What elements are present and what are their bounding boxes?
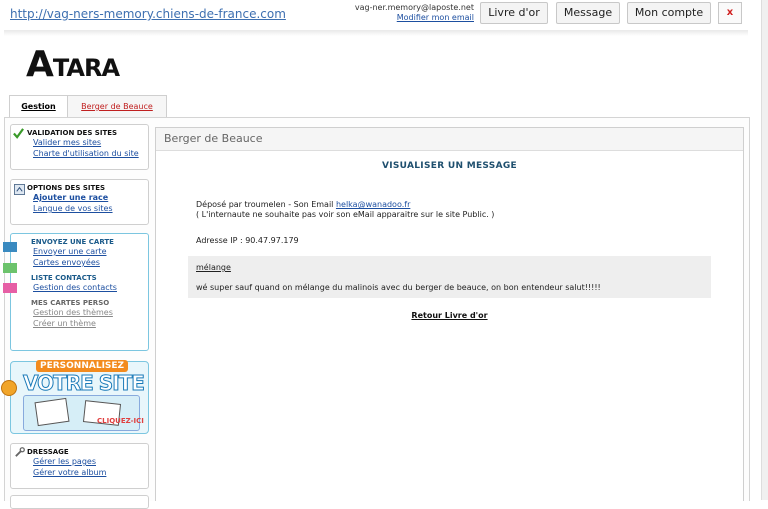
- gerer-pages-link[interactable]: Gérer les pages: [33, 456, 148, 467]
- message-box: mélange wé super sauf quand on mélange d…: [188, 256, 711, 298]
- logo-first-letter: A: [26, 44, 54, 85]
- close-button[interactable]: x: [718, 2, 742, 24]
- ajouter-race-link[interactable]: Ajouter une race: [33, 192, 148, 203]
- tab-gestion[interactable]: Gestion: [9, 95, 68, 118]
- promo-cta: CLIQUEZ-ICI: [97, 417, 144, 425]
- dressage-title: Dressage: [27, 448, 69, 456]
- message-subject: mélange: [196, 263, 231, 272]
- modify-email-link[interactable]: Modifier mon email: [397, 13, 474, 22]
- settings-window-icon: [14, 184, 25, 195]
- livre-dor-button[interactable]: Livre d'or: [480, 2, 548, 24]
- promo-line2: VOTRE SITE: [23, 371, 146, 396]
- poster-email-link[interactable]: helka@wanadoo.fr: [336, 200, 410, 209]
- message-button[interactable]: Message: [556, 2, 620, 24]
- header-divider: [4, 30, 748, 36]
- top-bar: http://vag-ners-memory.chiens-de-france.…: [0, 0, 768, 30]
- atara-logo[interactable]: ATARA: [26, 44, 120, 85]
- creer-theme-link[interactable]: Créer un thème: [33, 318, 148, 329]
- posted-by-line: Déposé par troumelen - Son Email helka@w…: [196, 200, 410, 209]
- envoyer-carte-link[interactable]: Envoyer une carte: [33, 246, 148, 257]
- cartes-box: Envoyez une carte Envoyer une carte Cart…: [3, 233, 149, 351]
- validation-title: Validation des sites: [27, 129, 118, 137]
- gestion-themes-link[interactable]: Gestion des thèmes: [33, 307, 148, 318]
- dressage-box: Dressage Gérer les pages Gérer votre alb…: [10, 443, 149, 489]
- message-text: wé super sauf quand on mélange du malino…: [196, 283, 601, 292]
- site-url-link[interactable]: http://vag-ners-memory.chiens-de-france.…: [10, 7, 286, 21]
- validation-box: Validation des sites Valider mes sites C…: [10, 124, 149, 170]
- logo-rest: TARA: [52, 54, 120, 82]
- ip-address: Adresse IP : 90.47.97.179: [196, 236, 299, 245]
- langue-sites-link[interactable]: Langue de vos sites: [33, 203, 148, 214]
- posted-by-text: Déposé par troumelen - Son Email: [196, 200, 334, 209]
- card-illustration: [34, 397, 70, 427]
- next-box: [10, 495, 149, 509]
- account-email: vag-ner.memory@laposte.net: [354, 3, 474, 12]
- content-header: Berger de Beauce: [156, 128, 743, 151]
- card-icon: [3, 242, 17, 252]
- page-scrollbar[interactable]: [761, 0, 768, 500]
- options-title: Options des sites: [27, 184, 106, 192]
- personnalisez-promo-banner[interactable]: PERSONNALISEZ VOTRE SITE CLIQUEZ-ICI: [1, 360, 149, 434]
- cartes-envoyees-link[interactable]: Cartes envoyées: [33, 257, 148, 268]
- gestion-contacts-link[interactable]: Gestion des contacts: [33, 282, 148, 293]
- gerer-album-link[interactable]: Gérer votre album: [33, 467, 148, 478]
- envoyez-carte-title: Envoyez une carte: [31, 238, 114, 246]
- content-panel: Berger de Beauce VISUALISER UN MESSAGE D…: [155, 127, 744, 501]
- account-info: vag-ner.memory@laposte.net Modifier mon …: [355, 3, 474, 23]
- liste-contacts-title: Liste contacts: [31, 274, 97, 282]
- card-icon: [3, 263, 17, 273]
- tab-berger-de-beauce[interactable]: Berger de Beauce: [67, 95, 167, 118]
- wrench-icon: [15, 447, 25, 457]
- promo-cards-image: [23, 395, 140, 431]
- options-box: Options des sites Ajouter une race Langu…: [10, 179, 149, 225]
- globe-icon: [1, 380, 17, 396]
- retour-livre-dor-link[interactable]: Retour Livre d'or: [156, 311, 743, 320]
- valider-sites-link[interactable]: Valider mes sites: [33, 137, 148, 148]
- mon-compte-button[interactable]: Mon compte: [627, 2, 711, 24]
- privacy-note: ( L'internaute ne souhaite pas voir son …: [196, 210, 495, 219]
- card-icon: [3, 283, 17, 293]
- charte-link[interactable]: Charte d'utilisation du site: [33, 148, 148, 159]
- checkmark-icon: [13, 128, 24, 139]
- mes-cartes-perso-title: Mes cartes perso: [31, 299, 110, 307]
- page-title: VISUALISER UN MESSAGE: [381, 161, 517, 171]
